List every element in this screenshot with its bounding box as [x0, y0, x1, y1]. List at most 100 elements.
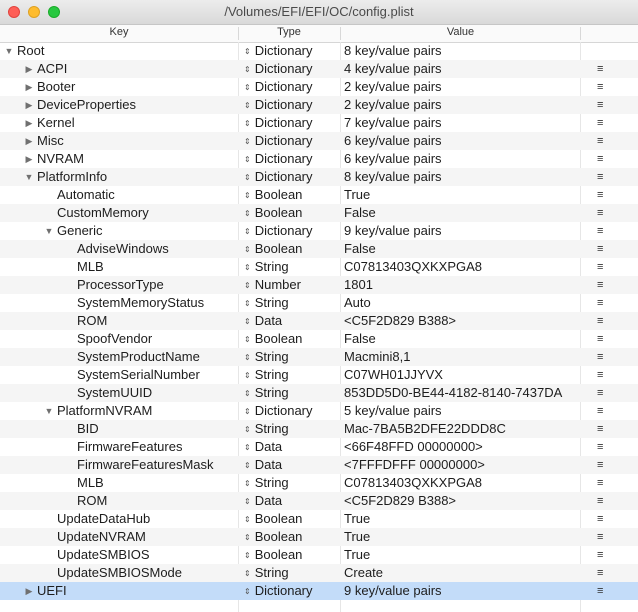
row-type-popup[interactable]: ⇕ Boolean	[244, 186, 339, 206]
row-type-popup[interactable]: ⇕ Data	[244, 492, 339, 512]
plist-row[interactable]: ▼ PlatformNVRAM ⇕ Dictionary 5 key/value pai…	[0, 402, 638, 420]
row-key[interactable]: SystemMemoryStatus	[77, 294, 204, 312]
row-key[interactable]: NVRAM	[37, 150, 84, 168]
disclosure-expanded-icon[interactable]: ▼	[4, 42, 14, 60]
row-menu-icon[interactable]: ≡	[597, 366, 607, 384]
plist-row[interactable]: AdviseWindows ⇕ Boolean False ≡	[0, 240, 638, 258]
row-value[interactable]: True	[344, 546, 580, 564]
plist-row[interactable]: SystemSerialNumber ⇕ String C07WH01JJYVX ≡	[0, 366, 638, 384]
row-type-popup[interactable]: ⇕ Boolean	[244, 546, 339, 566]
row-menu-icon[interactable]: ≡	[597, 222, 607, 240]
row-value[interactable]: <7FFFDFFF 00000000>	[344, 456, 580, 474]
row-type-popup[interactable]: ⇕ Data	[244, 312, 339, 332]
row-key[interactable]: UpdateSMBIOS	[57, 546, 150, 564]
plist-row[interactable]: ▼ Generic ⇕ Dictionary 9 key/value pairs ≡	[0, 222, 638, 240]
plist-row[interactable]: SystemUUID ⇕ String 853DD5D0-BE44-4182-8140…	[0, 384, 638, 402]
row-key[interactable]: SystemProductName	[77, 348, 200, 366]
plist-row[interactable]: Automatic ⇕ Boolean True ≡	[0, 186, 638, 204]
row-menu-icon[interactable]: ≡	[597, 240, 607, 258]
row-key[interactable]: Generic	[57, 222, 103, 240]
plist-row[interactable]: BID ⇕ String Mac-7BA5B2DFE22DDD8C ≡	[0, 420, 638, 438]
row-type-popup[interactable]: ⇕ Dictionary	[244, 402, 339, 422]
row-key[interactable]: SystemUUID	[77, 384, 152, 402]
plist-row[interactable]: ▼ Root ⇕ Dictionary 8 key/value pairs	[0, 42, 638, 60]
plist-row[interactable]: CustomMemory ⇕ Boolean False ≡	[0, 204, 638, 222]
row-value[interactable]: 9 key/value pairs	[344, 582, 580, 600]
row-key[interactable]: MLB	[77, 474, 104, 492]
plist-row[interactable]: ▶ Booter ⇕ Dictionary 2 key/value pairs ≡	[0, 78, 638, 96]
row-key[interactable]: UpdateNVRAM	[57, 528, 146, 546]
row-menu-icon[interactable]: ≡	[597, 150, 607, 168]
row-key[interactable]: DeviceProperties	[37, 96, 136, 114]
disclosure-collapsed-icon[interactable]: ▶	[24, 78, 34, 96]
row-key[interactable]: SystemSerialNumber	[77, 366, 200, 384]
disclosure-expanded-icon[interactable]: ▼	[44, 402, 54, 420]
row-menu-icon[interactable]: ≡	[597, 384, 607, 402]
row-value[interactable]: False	[344, 240, 580, 258]
row-menu-icon[interactable]: ≡	[597, 312, 607, 330]
row-menu-icon[interactable]: ≡	[597, 438, 607, 456]
row-key[interactable]: UEFI	[37, 582, 67, 600]
row-key[interactable]: AdviseWindows	[77, 240, 169, 258]
row-menu-icon[interactable]: ≡	[597, 546, 607, 564]
plist-row[interactable]: MLB ⇕ String C07813403QXKXPGA8 ≡	[0, 474, 638, 492]
column-header-key[interactable]: Key	[0, 26, 238, 38]
row-value[interactable]: <C5F2D829 B388>	[344, 312, 580, 330]
row-key[interactable]: FirmwareFeaturesMask	[77, 456, 214, 474]
disclosure-collapsed-icon[interactable]: ▶	[24, 60, 34, 78]
plist-row[interactable]: ▶ Misc ⇕ Dictionary 6 key/value pairs ≡	[0, 132, 638, 150]
row-type-popup[interactable]: ⇕ String	[244, 366, 339, 386]
row-type-popup[interactable]: ⇕ Boolean	[244, 528, 339, 548]
row-key[interactable]: ACPI	[37, 60, 67, 78]
row-key[interactable]: ROM	[77, 492, 107, 510]
plist-row[interactable]: UpdateSMBIOS ⇕ Boolean True ≡	[0, 546, 638, 564]
row-type-popup[interactable]: ⇕ Boolean	[244, 240, 339, 260]
row-key[interactable]: Kernel	[37, 114, 75, 132]
row-menu-icon[interactable]: ≡	[597, 96, 607, 114]
disclosure-collapsed-icon[interactable]: ▶	[24, 96, 34, 114]
row-menu-icon[interactable]: ≡	[597, 78, 607, 96]
column-header-value[interactable]: Value	[341, 26, 580, 38]
row-menu-icon[interactable]: ≡	[597, 510, 607, 528]
row-value[interactable]: 8 key/value pairs	[344, 168, 580, 186]
row-menu-icon[interactable]: ≡	[597, 258, 607, 276]
plist-row[interactable]: ▶ UEFI ⇕ Dictionary 9 key/value pairs ≡	[0, 582, 638, 600]
row-menu-icon[interactable]: ≡	[597, 294, 607, 312]
row-key[interactable]: CustomMemory	[57, 204, 149, 222]
row-menu-icon[interactable]: ≡	[597, 492, 607, 510]
row-value[interactable]: 5 key/value pairs	[344, 402, 580, 420]
row-key[interactable]: PlatformInfo	[37, 168, 107, 186]
row-type-popup[interactable]: ⇕ Dictionary	[244, 78, 339, 98]
row-key[interactable]: SpoofVendor	[77, 330, 152, 348]
row-value[interactable]: 2 key/value pairs	[344, 96, 580, 114]
plist-row[interactable]: ▼ PlatformInfo ⇕ Dictionary 8 key/value pair…	[0, 168, 638, 186]
plist-row[interactable]: SpoofVendor ⇕ Boolean False ≡	[0, 330, 638, 348]
row-key[interactable]: Booter	[37, 78, 75, 96]
row-value[interactable]: 1801	[344, 276, 580, 294]
row-type-popup[interactable]: ⇕ Dictionary	[244, 96, 339, 116]
plist-row[interactable]: ProcessorType ⇕ Number 1801 ≡	[0, 276, 638, 294]
row-value[interactable]: 853DD5D0-BE44-4182-8140-7437DA	[344, 384, 580, 402]
row-value[interactable]: True	[344, 510, 580, 528]
plist-row[interactable]: SystemProductName ⇕ String Macmini8,1 ≡	[0, 348, 638, 366]
row-menu-icon[interactable]: ≡	[597, 204, 607, 222]
plist-row[interactable]: MLB ⇕ String C07813403QXKXPGA8 ≡	[0, 258, 638, 276]
row-type-popup[interactable]: ⇕ Dictionary	[244, 222, 339, 242]
row-menu-icon[interactable]: ≡	[597, 60, 607, 78]
row-menu-icon[interactable]: ≡	[597, 168, 607, 186]
plist-row[interactable]: UpdateDataHub ⇕ Boolean True ≡	[0, 510, 638, 528]
disclosure-collapsed-icon[interactable]: ▶	[24, 150, 34, 168]
row-type-popup[interactable]: ⇕ String	[244, 348, 339, 368]
plist-row[interactable]: ▶ ACPI ⇕ Dictionary 4 key/value pairs ≡	[0, 60, 638, 78]
row-type-popup[interactable]: ⇕ String	[244, 384, 339, 404]
row-type-popup[interactable]: ⇕ String	[244, 474, 339, 494]
row-menu-icon[interactable]: ≡	[597, 420, 607, 438]
row-menu-icon[interactable]: ≡	[597, 114, 607, 132]
column-header-type[interactable]: Type	[239, 26, 339, 38]
plist-row[interactable]: ROM ⇕ Data <C5F2D829 B388> ≡	[0, 492, 638, 510]
row-value[interactable]: True	[344, 528, 580, 546]
disclosure-expanded-icon[interactable]: ▼	[24, 168, 34, 186]
row-type-popup[interactable]: ⇕ Boolean	[244, 204, 339, 224]
row-type-popup[interactable]: ⇕ Dictionary	[244, 150, 339, 170]
row-menu-icon[interactable]: ≡	[597, 348, 607, 366]
